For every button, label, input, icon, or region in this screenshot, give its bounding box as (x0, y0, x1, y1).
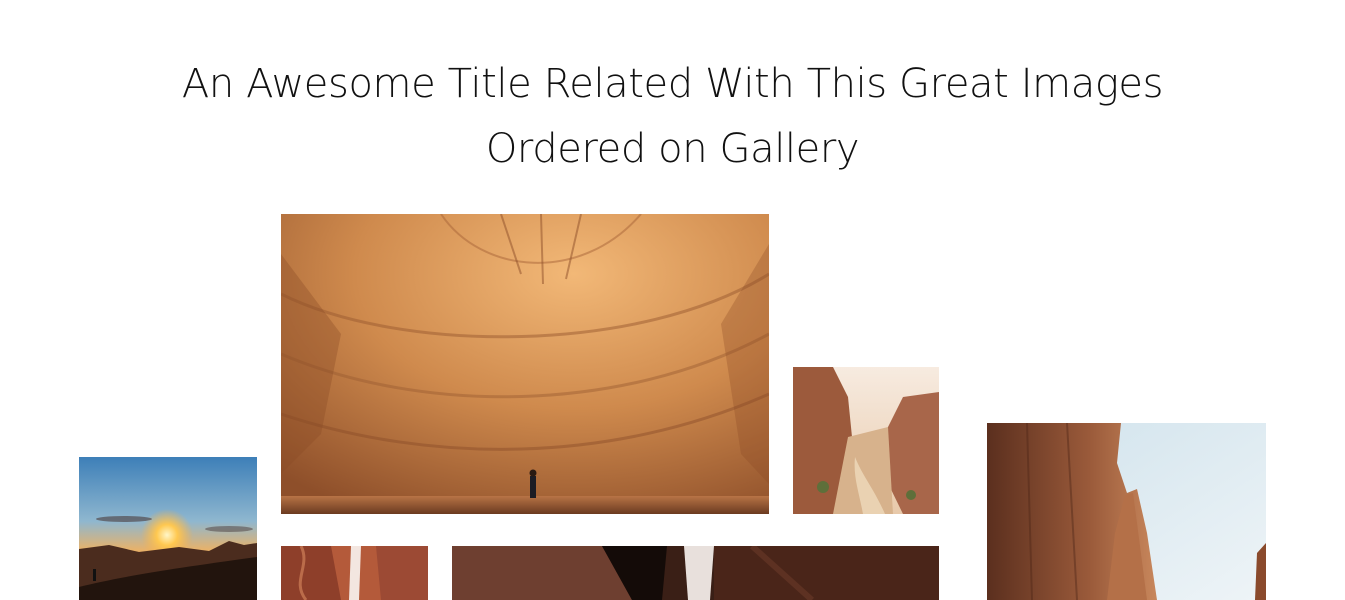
slot-canyon-red-image (281, 546, 428, 600)
slot-canyon-dark-image (452, 546, 939, 600)
page-title: An Awesome Title Related With This Great… (0, 52, 1345, 182)
gallery-photo-slot-canyon-red[interactable] (281, 546, 428, 600)
gallery-photo-slot-canyon-dark[interactable] (452, 546, 939, 600)
gallery-photo-cliffs[interactable] (987, 423, 1266, 600)
sunset-image (79, 457, 257, 600)
page-title-line-2: Ordered on Gallery (485, 126, 860, 172)
page-title-line-1: An Awesome Title Related With This Great… (181, 61, 1164, 107)
gallery-photo-valley[interactable] (793, 367, 939, 514)
canyon-image (281, 214, 769, 514)
cliffs-image (987, 423, 1266, 600)
valley-image (793, 367, 939, 514)
gallery-photo-canyon[interactable] (281, 214, 769, 514)
gallery-photo-sunset[interactable] (79, 457, 257, 600)
